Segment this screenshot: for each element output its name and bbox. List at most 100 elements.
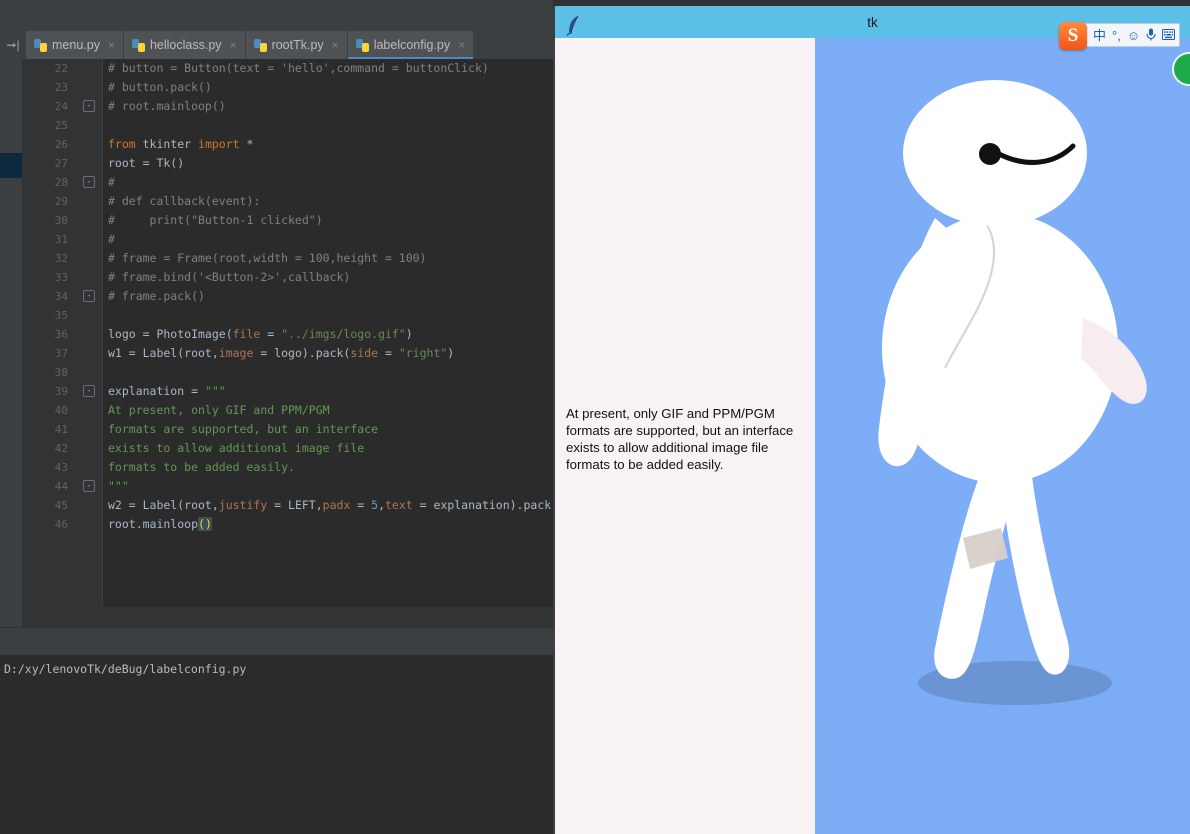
punctuation-toggle[interactable]: °, [1112,29,1121,42]
python-file-icon [253,38,267,52]
code-line-text: formats are supported, but an interface [108,422,379,436]
editor-tab-label: helloclass.py [149,38,222,52]
code-line[interactable]: 40 At present, only GIF and PPM/PGM [22,401,553,420]
code-line-text: # def callback(event): [108,194,261,208]
editor-tab-labelconfig-py[interactable]: labelconfig.py × [347,31,475,59]
code-fold-toggle-icon[interactable]: - [83,100,95,112]
code-editor[interactable]: 22 # button = Button(text = 'hello',comma… [22,59,553,607]
close-tab-icon[interactable]: × [332,39,339,51]
editor-tab-rootTk-py[interactable]: rootTk.py × [245,31,348,59]
line-number: 25 [54,119,68,132]
code-line[interactable]: 39 - explanation = """ [22,382,553,401]
pycharm-ide-window: ➞| menu.py × helloclass.py × rootTk.py × label… [0,0,553,834]
tk-application-window: tk At present, only GIF and PPM/PGM form… [553,0,1190,834]
code-line-text: w1 = Label(root,image = logo).pack(side … [108,346,455,360]
code-fold-toggle-icon[interactable]: - [83,290,95,302]
code-line-text: # [108,232,115,246]
code-line-text: logo = PhotoImage(file = "../imgs/logo.g… [108,327,413,341]
code-line[interactable]: 41 formats are supported, but an interfac… [22,420,553,439]
code-line[interactable]: 25 [22,116,553,135]
code-line-text: w2 = Label(root,justify = LEFT,padx = 5,… [108,498,553,512]
code-line[interactable]: 23 # button.pack() [22,78,553,97]
code-line[interactable]: 36 logo = PhotoImage(file = "../imgs/logo… [22,325,553,344]
line-number: 38 [54,366,68,379]
line-number: 37 [54,347,68,360]
code-line[interactable]: 30 # print("Button-1 clicked") [22,211,553,230]
editor-tab-menu-py[interactable]: menu.py × [26,31,124,59]
line-number: 40 [54,404,68,417]
code-line-text: # [108,175,115,189]
code-line[interactable]: 31 # [22,230,553,249]
code-line[interactable]: 26 from tkinter import * [22,135,553,154]
line-number: 27 [54,157,68,170]
ide-top-strip [0,0,553,31]
code-line[interactable]: 22 # button = Button(text = 'hello',comma… [22,59,553,78]
line-number: 42 [54,442,68,455]
editor-tab-helloclass-py[interactable]: helloclass.py × [123,31,246,59]
code-line-text: root.mainloop() [108,517,212,531]
code-fold-toggle-icon[interactable]: - [83,385,95,397]
code-line[interactable]: 45 w2 = Label(root,justify = LEFT,padx = … [22,496,553,515]
code-line[interactable]: 27 root = Tk() [22,154,553,173]
code-line[interactable]: 44 - """ [22,477,553,496]
console-output-line: D:/xy/lenovoTk/deBug/labelconfig.py [4,662,247,676]
code-line[interactable]: 46 root.mainloop() [22,515,553,534]
code-line[interactable]: 32 # frame = Frame(root,width = 100,heigh… [22,249,553,268]
code-fold-toggle-icon[interactable]: - [83,176,95,188]
tk-window-body: At present, only GIF and PPM/PGM formats… [555,38,1190,834]
keyboard-icon[interactable] [1162,28,1176,42]
code-line[interactable]: 24 - # root.mainloop() [22,97,553,116]
code-line-list: 22 # button = Button(text = 'hello',comma… [22,59,553,534]
editor-tab-label: labelconfig.py [373,38,451,52]
code-line-text: root = Tk() [108,156,185,170]
line-number: 33 [54,271,68,284]
microphone-icon-glyph [1146,28,1156,40]
python-file-icon [355,38,369,52]
chinese-mode-toggle[interactable]: 中 [1093,29,1106,42]
code-line[interactable]: 29 # def callback(event): [22,192,553,211]
code-line[interactable]: 38 [22,363,553,382]
line-number: 41 [54,423,68,436]
line-number: 35 [54,309,68,322]
tk-image-label-panel [815,38,1190,834]
code-line[interactable]: 42 exists to allow additional image file [22,439,553,458]
line-number: 23 [54,81,68,94]
code-line[interactable]: 37 w1 = Label(root,image = logo).pack(sid… [22,344,553,363]
tk-window-title: tk [867,14,878,30]
line-number: 44 [54,480,68,493]
python-file-icon [131,38,145,52]
console-toolbar[interactable] [0,628,553,655]
code-line[interactable]: 34 - # frame.pack() [22,287,553,306]
code-line-text: exists to allow additional image file [108,441,365,455]
close-tab-icon[interactable]: × [108,39,115,51]
code-line-text: # frame.pack() [108,289,205,303]
code-line[interactable]: 33 # frame.bind('<Button-2>',callback) [22,268,553,287]
line-number: 34 [54,290,68,303]
close-tab-icon[interactable]: × [458,39,465,51]
code-line-text: At present, only GIF and PPM/PGM [108,403,330,417]
emoji-icon[interactable]: ☺ [1127,29,1140,42]
line-number: 36 [54,328,68,341]
line-number: 46 [54,518,68,531]
line-number: 29 [54,195,68,208]
python-file-icon [34,38,47,52]
microphone-icon[interactable] [1146,28,1156,43]
left-strip-active-marker [0,153,22,178]
code-line-text: # frame.bind('<Button-2>',callback) [108,270,351,284]
code-line[interactable]: 43 formats to be added easily. [22,458,553,477]
collapse-panel-icon[interactable]: ➞| [0,31,26,59]
run-console[interactable]: D:/xy/lenovoTk/deBug/labelconfig.py [0,655,553,834]
sogou-logo-icon[interactable]: S [1059,22,1087,50]
code-line-text: # button.pack() [108,80,212,94]
line-number: 32 [54,252,68,265]
screen: ➞| menu.py × helloclass.py × rootTk.py × label… [0,0,1190,834]
code-line-text: from tkinter import * [108,137,254,151]
editor-tab-bar: ➞| menu.py × helloclass.py × rootTk.py × label… [0,31,553,59]
code-line[interactable]: 28 - # [22,173,553,192]
code-line-text: # frame = Frame(root,width = 100,height … [108,251,427,265]
code-line-text: formats to be added easily. [108,460,295,474]
code-fold-toggle-icon[interactable]: - [83,480,95,492]
code-line[interactable]: 35 [22,306,553,325]
close-tab-icon[interactable]: × [230,39,237,51]
sogou-ime-toolbar[interactable]: S 中 °, ☺ [1059,22,1181,50]
